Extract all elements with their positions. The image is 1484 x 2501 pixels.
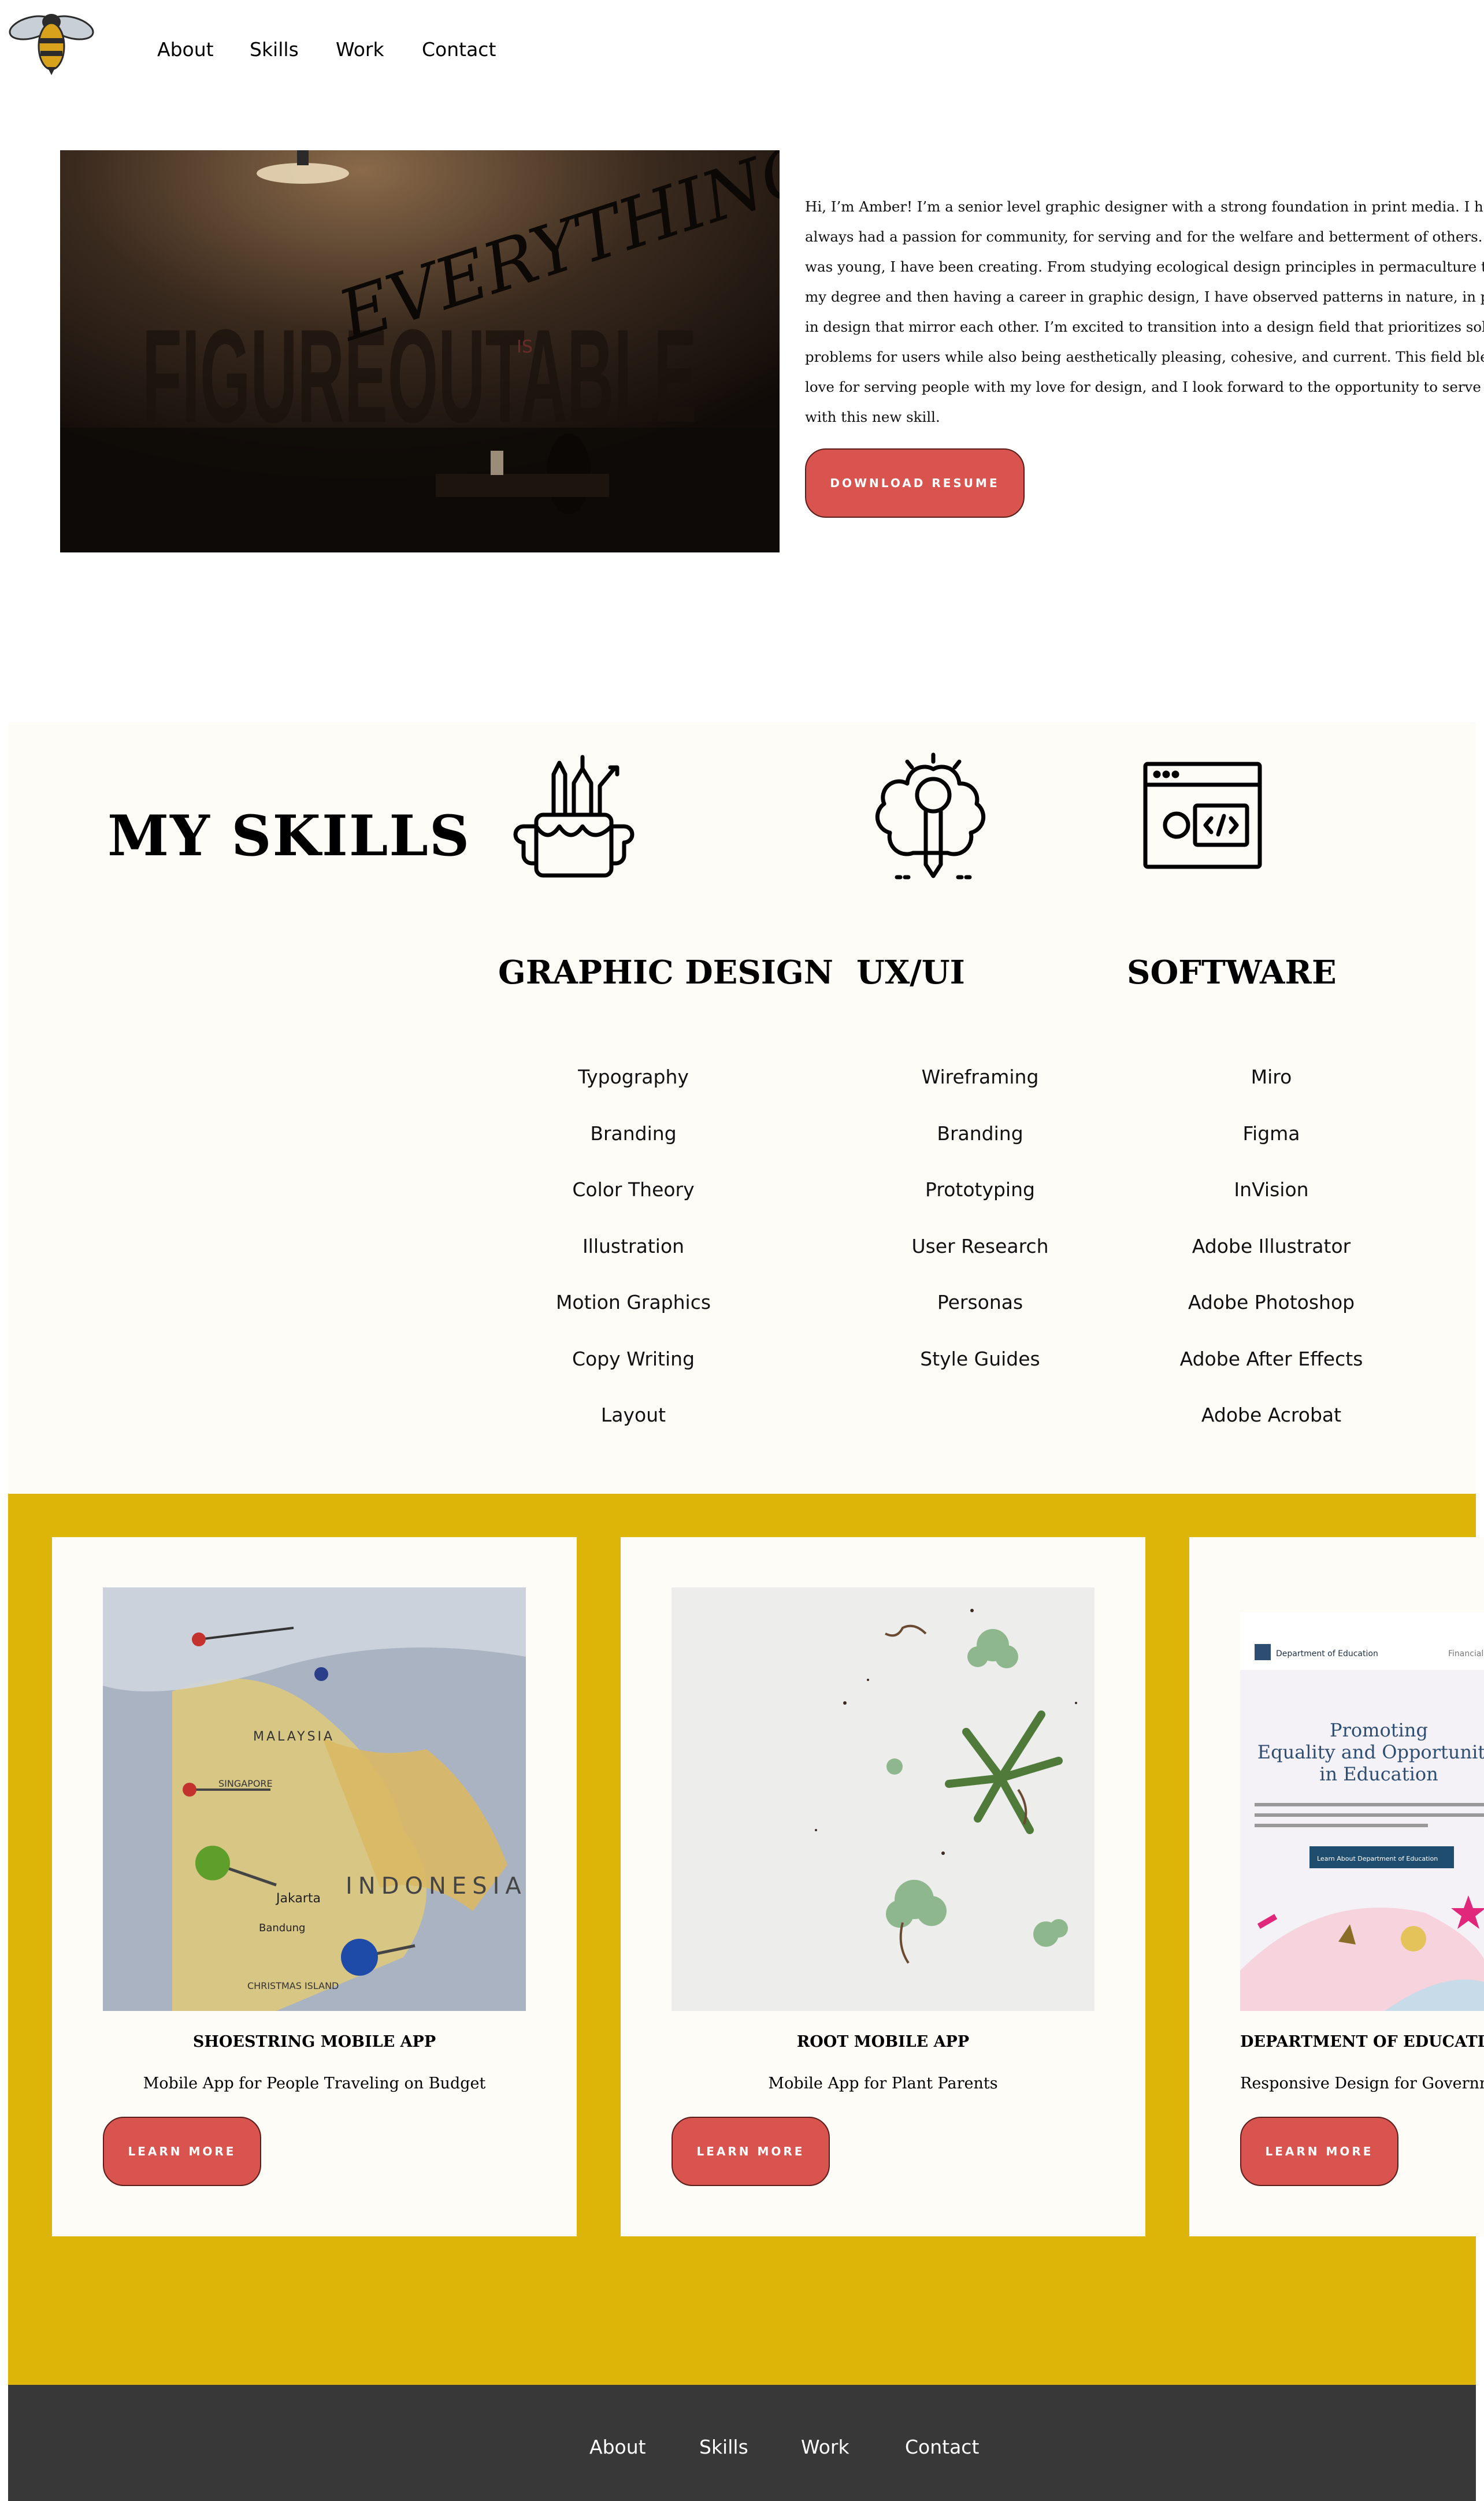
- bio-line: my degree and then having a career in gr…: [805, 288, 1484, 305]
- project-title: ROOT MOBILE APP: [796, 2033, 970, 2051]
- bee-logo-icon: [7, 5, 96, 76]
- nav-skills[interactable]: Skills: [250, 38, 299, 61]
- footer-nav-skills[interactable]: Skills: [699, 2436, 748, 2458]
- bio-line: was young, I have been creating. From st…: [805, 258, 1484, 275]
- education-site-image[interactable]: Department of Education Financial Promot…: [1240, 1612, 1484, 2011]
- skill-item: Adobe Illustrator: [1192, 1234, 1351, 1257]
- hero-photo: FIGUREOUTABLE EVERYTHING IS: [60, 150, 780, 552]
- edu-cta: Learn About Department of Education: [1317, 1855, 1438, 1862]
- project-title: DEPARTMENT OF EDUCATION: [1240, 2033, 1484, 2051]
- nav-about[interactable]: About: [157, 38, 214, 61]
- project-subtitle: Responsive Design for Government: [1240, 2075, 1484, 2092]
- skill-item: Personas: [937, 1291, 1023, 1313]
- skill-item: InVision: [1234, 1178, 1309, 1201]
- skills-title: MY SKILLS: [107, 803, 471, 869]
- skill-heading-software: SOFTWARE: [1127, 953, 1337, 992]
- browser-code-icon: [1142, 760, 1263, 873]
- project-card-root: ROOT MOBILE APP Mobile App for Plant Par…: [621, 1537, 1145, 2236]
- bio-line: always had a passion for community, for …: [805, 228, 1484, 245]
- bio-line: love for serving people with my love for…: [805, 379, 1484, 395]
- skill-list-software: Miro Figma InVision Adobe Illustrator Ad…: [1156, 1062, 1387, 1457]
- wall-small: IS: [517, 337, 533, 357]
- learn-more-button[interactable]: LEARN MORE: [103, 2117, 261, 2186]
- learn-more-button[interactable]: LEARN MORE: [1240, 2117, 1398, 2186]
- bee-logo[interactable]: [7, 5, 96, 76]
- download-resume-button[interactable]: DOWNLOAD RESUME: [805, 448, 1025, 518]
- skill-item: Color Theory: [572, 1178, 695, 1201]
- edu-headline: in Education: [1319, 1763, 1438, 1785]
- skill-item: Layout: [600, 1404, 666, 1426]
- edu-headline: Equality and Opportunity: [1257, 1741, 1484, 1763]
- skill-item: Wireframing: [921, 1066, 1039, 1088]
- learn-more-button[interactable]: LEARN MORE: [671, 2117, 830, 2186]
- bio-line: problems for users while also being aest…: [805, 348, 1484, 365]
- bio-line: with this new skill.: [805, 409, 940, 425]
- footer-nav-work[interactable]: Work: [801, 2436, 849, 2458]
- footer-nav-contact[interactable]: Contact: [905, 2436, 979, 2458]
- skill-heading-graphic-design: GRAPHIC DESIGN: [498, 953, 833, 992]
- skill-item: User Research: [911, 1234, 1049, 1257]
- map-pins-image[interactable]: MALAYSIA SINGAPORE INDONESIA Jakarta Ban…: [103, 1587, 526, 2011]
- nav-work[interactable]: Work: [336, 38, 384, 61]
- project-subtitle: Mobile App for People Traveling on Budge…: [143, 2075, 486, 2092]
- succulents-image[interactable]: [671, 1587, 1095, 2011]
- skill-item: Illustration: [582, 1234, 685, 1257]
- skill-item: Adobe After Effects: [1179, 1347, 1363, 1370]
- skill-item: Motion Graphics: [555, 1291, 711, 1313]
- map-label: SINGAPORE: [218, 1778, 273, 1789]
- project-title: SHOESTRING MOBILE APP: [192, 2033, 436, 2051]
- footer-nav-about[interactable]: About: [589, 2436, 646, 2458]
- skill-item: Branding: [937, 1122, 1023, 1145]
- skill-item: Adobe Acrobat: [1201, 1404, 1342, 1426]
- edu-nav-text: Financial: [1448, 1649, 1483, 1658]
- project-subtitle: Mobile App for Plant Parents: [768, 2075, 998, 2092]
- skill-item: Typography: [578, 1066, 689, 1088]
- design-tools-cup-icon: [513, 751, 640, 886]
- bio-line: Hi, I’m Amber! I’m a senior level graphi…: [805, 198, 1484, 215]
- skill-item: Branding: [590, 1122, 677, 1145]
- footer: About Skills Work Contact: [8, 2385, 1476, 2501]
- brain-lightbulb-pencil-icon: [867, 749, 1000, 884]
- skill-item: Copy Writing: [572, 1347, 695, 1370]
- skill-item: Miro: [1251, 1066, 1292, 1088]
- edu-headline: Promoting: [1330, 1719, 1428, 1741]
- skill-heading-ux-ui: UX/UI: [856, 953, 965, 992]
- nav-contact[interactable]: Contact: [422, 38, 496, 61]
- skill-item: Style Guides: [920, 1347, 1040, 1370]
- skill-item: Adobe Photoshop: [1188, 1291, 1355, 1313]
- skill-item: Prototyping: [925, 1178, 1035, 1201]
- bio-text: Hi, I’m Amber! I’m a senior level graphi…: [805, 192, 1484, 435]
- skill-item: Figma: [1242, 1122, 1300, 1145]
- edu-logo-text: Department of Education: [1276, 1649, 1378, 1658]
- project-card-education: Department of Education Financial Promot…: [1189, 1537, 1484, 2236]
- map-label: MALAYSIA: [253, 1730, 335, 1744]
- skill-list-ux-ui: Wireframing Branding Prototyping User Re…: [865, 1062, 1096, 1400]
- map-label: Bandung: [259, 1922, 305, 1934]
- map-label: Jakarta: [275, 1891, 321, 1906]
- project-card-shoestring: MALAYSIA SINGAPORE INDONESIA Jakarta Ban…: [52, 1537, 577, 2236]
- bio-line: in design that mirror each other. I’m ex…: [805, 318, 1484, 335]
- map-label: INDONESIA: [346, 1873, 526, 1899]
- skill-list-graphic-design: Typography Branding Color Theory Illustr…: [518, 1062, 749, 1457]
- map-label: CHRISTMAS ISLAND: [247, 1980, 339, 1991]
